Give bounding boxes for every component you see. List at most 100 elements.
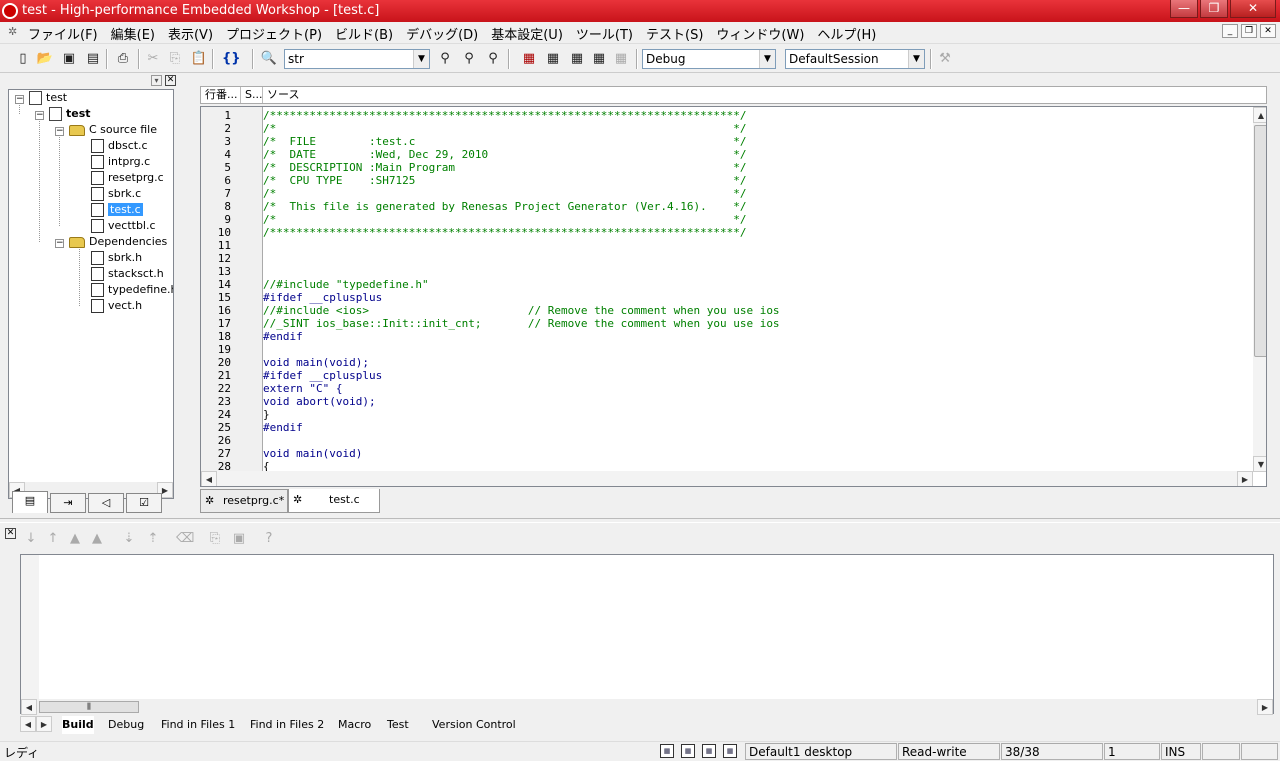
code-line[interactable]: extern "C" {: [263, 382, 342, 395]
tree-file[interactable]: intprg.c: [91, 154, 150, 170]
scroll-down-icon[interactable]: ▼: [1253, 456, 1266, 472]
layout-icon[interactable]: ▦: [723, 744, 737, 758]
scroll-left-icon[interactable]: ◀: [201, 471, 217, 486]
cut-icon[interactable]: ✂: [144, 50, 162, 68]
find-next-icon[interactable]: ⚲: [460, 50, 478, 68]
layout-icon[interactable]: ▦: [660, 744, 674, 758]
stop-build-icon[interactable]: ▦: [612, 50, 630, 68]
find-combo[interactable]: str ▼: [284, 49, 430, 69]
tab-scroll-left-icon[interactable]: ◀: [20, 716, 36, 732]
tab-projects[interactable]: ▤: [12, 491, 48, 513]
document-menu-icon[interactable]: ✲: [8, 25, 22, 39]
chevron-down-icon[interactable]: ▼: [759, 50, 775, 68]
next-warning-icon[interactable]: ▲: [66, 530, 84, 548]
scroll-right-icon[interactable]: ▶: [1257, 699, 1273, 715]
scroll-right-icon[interactable]: ▶: [1237, 471, 1253, 486]
tree-file-selected[interactable]: test.c: [91, 202, 143, 218]
menu-setup[interactable]: 基本設定(U): [491, 24, 563, 43]
tab-resetprg[interactable]: ✲ resetprg.c*: [200, 489, 288, 513]
editor-horizontal-scrollbar[interactable]: ◀ ▶: [201, 471, 1253, 486]
tab-templates[interactable]: ◁: [88, 493, 124, 513]
code-line[interactable]: /* */: [263, 122, 746, 135]
scroll-thumb[interactable]: ⫼: [39, 701, 139, 713]
tree-workspace-root[interactable]: test: [29, 90, 67, 106]
menu-project[interactable]: プロジェクト(P): [226, 24, 322, 43]
code-line[interactable]: //_SINT ios_base::Init::init_cnt; // Rem…: [263, 317, 780, 330]
close-button[interactable]: ✕: [1230, 0, 1276, 18]
tab-find-in-files-1[interactable]: Find in Files 1: [161, 716, 235, 734]
build-icon[interactable]: ▦: [544, 50, 562, 68]
panel-splitter[interactable]: [0, 518, 1280, 523]
dock-menu-icon[interactable]: ▾: [151, 75, 162, 86]
tree-file[interactable]: resetprg.c: [91, 170, 164, 186]
previous-warning-icon[interactable]: ▲: [88, 530, 106, 548]
column-source[interactable]: ソース: [263, 87, 1266, 103]
doc-minimize-button[interactable]: _: [1222, 24, 1238, 38]
menu-tools[interactable]: ツール(T): [576, 24, 633, 43]
column-status[interactable]: S...: [241, 87, 263, 103]
next-tag-icon[interactable]: ⇣: [120, 530, 138, 548]
tab-test-c[interactable]: ✲ test.c: [288, 489, 380, 513]
collapse-toggle[interactable]: −: [55, 239, 64, 248]
paste-icon[interactable]: 📋: [190, 50, 208, 68]
tools-icon[interactable]: ⚒: [936, 50, 954, 68]
batch-build-icon[interactable]: ▦: [590, 50, 608, 68]
copy-icon[interactable]: ⎘: [206, 530, 224, 548]
scroll-up-icon[interactable]: ▲: [1253, 107, 1266, 123]
layout-icon[interactable]: ▦: [681, 744, 695, 758]
build-all-icon[interactable]: ▦: [568, 50, 586, 68]
tab-build[interactable]: Build: [62, 716, 94, 734]
copy-icon[interactable]: ⎘: [166, 50, 184, 68]
editor-vertical-scrollbar[interactable]: ▲ ▼: [1253, 107, 1266, 472]
column-line-number[interactable]: 行番...: [201, 87, 241, 103]
output-horizontal-scrollbar[interactable]: ◀ ⫼ ▶: [21, 699, 1273, 715]
tree-file[interactable]: vect.h: [91, 298, 142, 314]
doc-close-button[interactable]: ✕: [1260, 24, 1276, 38]
session-combo[interactable]: DefaultSession ▼: [785, 49, 925, 69]
tab-debug[interactable]: Debug: [108, 716, 144, 734]
chevron-down-icon[interactable]: ▼: [413, 50, 429, 68]
code-line[interactable]: /* */: [263, 213, 746, 226]
code-line[interactable]: /***************************************…: [263, 226, 746, 239]
tab-find-in-files-2[interactable]: Find in Files 2: [250, 716, 324, 734]
tree-folder-c-source[interactable]: C source file: [69, 122, 157, 138]
layout-icon[interactable]: ▦: [702, 744, 716, 758]
code-line[interactable]: #endif: [263, 421, 303, 434]
doc-restore-button[interactable]: ❐: [1241, 24, 1257, 38]
scroll-left-icon[interactable]: ◀: [21, 699, 37, 715]
tree-folder-dependencies[interactable]: Dependencies: [69, 234, 167, 250]
find-previous-icon[interactable]: ⚲: [484, 50, 502, 68]
print-icon[interactable]: ⎙: [114, 50, 132, 68]
code-line[interactable]: /* DATE :Wed, Dec 29, 2010 */: [263, 148, 746, 161]
source-editor[interactable]: 1 2 3 4 5 6 7 8 9 10 11 12 13 14 15 16 17 18 19 20 21 22 23 24 2…: [200, 106, 1267, 487]
tree-file[interactable]: vecttbl.c: [91, 218, 156, 234]
code-line[interactable]: /* DESCRIPTION :Main Program */: [263, 161, 746, 174]
tree-file[interactable]: typedefine.h: [91, 282, 173, 298]
tab-version-control[interactable]: Version Control: [432, 716, 516, 734]
code-line[interactable]: //#include "typedefine.h": [263, 278, 429, 291]
tab-test[interactable]: Test: [387, 716, 409, 734]
close-icon[interactable]: ✕: [165, 75, 176, 86]
code-line[interactable]: /***************************************…: [263, 109, 746, 122]
code-line[interactable]: void main(void): [263, 447, 362, 460]
menu-edit[interactable]: 編集(E): [111, 24, 155, 43]
code-line[interactable]: /* FILE :test.c */: [263, 135, 746, 148]
previous-error-icon[interactable]: ↑: [44, 530, 62, 548]
tab-navigation[interactable]: ⇥: [50, 493, 86, 513]
app-icon[interactable]: [2, 3, 18, 19]
menu-file[interactable]: ファイル(F): [28, 24, 98, 43]
menu-view[interactable]: 表示(V): [168, 24, 213, 43]
tab-scroll-right-icon[interactable]: ▶: [36, 716, 52, 732]
tree-file[interactable]: stacksct.h: [91, 266, 164, 282]
maximize-button[interactable]: ❐: [1200, 0, 1228, 18]
menu-test[interactable]: テスト(S): [646, 24, 703, 43]
save-all-icon[interactable]: ▤: [84, 50, 102, 68]
code-line[interactable]: #ifdef __cplusplus: [263, 369, 382, 382]
help-icon[interactable]: ?: [260, 530, 278, 548]
tree-file[interactable]: sbrk.h: [91, 250, 142, 266]
save-icon[interactable]: ▣: [230, 530, 248, 548]
configuration-combo[interactable]: Debug ▼: [642, 49, 776, 69]
previous-tag-icon[interactable]: ⇡: [144, 530, 162, 548]
match-brace-icon[interactable]: {}: [222, 50, 241, 68]
tree-project[interactable]: test: [49, 106, 91, 122]
